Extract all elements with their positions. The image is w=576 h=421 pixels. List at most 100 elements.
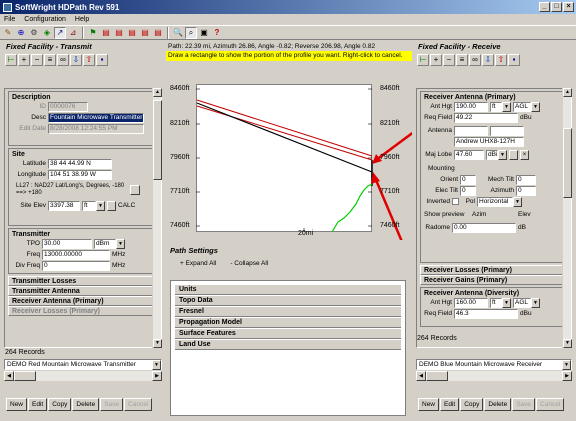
zoom-icon[interactable]: 🔍 [172, 27, 184, 39]
delete-button[interactable]: Delete [72, 397, 100, 411]
desc-field[interactable]: Fountain Microwave Transmitter [48, 112, 144, 123]
maj-lobe-unit[interactable]: dBi [486, 149, 498, 160]
path-icon[interactable]: ⊢ [5, 53, 17, 66]
section-receiver-gains-primary[interactable]: Receiver Gains (Primary) [420, 275, 568, 285]
binoculars-icon[interactable]: ∞ [57, 53, 69, 66]
inverted-checkbox[interactable] [452, 198, 459, 205]
maximize-button[interactable]: □ [551, 2, 562, 12]
wrench-icon[interactable]: ⚙ [28, 27, 40, 39]
orient-field[interactable]: 0 [460, 174, 476, 185]
site-elev-field[interactable]: 3397.38 [48, 200, 80, 211]
longitude-field[interactable]: 104 51 38.99 W [48, 169, 112, 180]
radome-field[interactable]: 0.00 [452, 222, 516, 233]
datum-button[interactable] [130, 185, 140, 195]
section-receiver-losses-primary[interactable]: Receiver Losses (Primary) [8, 306, 158, 316]
scroll-left-icon[interactable]: ◀ [4, 371, 14, 381]
chevron-down-icon[interactable]: ▼ [562, 360, 571, 370]
nodes-icon[interactable]: ◈ [41, 27, 53, 39]
target-icon[interactable]: ⊕ [15, 27, 27, 39]
hscroll-thumb[interactable] [426, 371, 448, 381]
tpo-field[interactable]: 30.00 [42, 238, 92, 249]
add-icon[interactable]: + [18, 53, 30, 66]
save-button[interactable]: Save [512, 397, 536, 411]
remove-icon[interactable]: − [31, 53, 43, 66]
chevron-down-icon[interactable]: ▼ [531, 101, 540, 112]
div-ant-hgt-ref[interactable]: AGL [513, 297, 531, 308]
scroll-down-icon[interactable]: ▼ [153, 339, 162, 348]
right-horizontal-scrollbar[interactable]: ◀ ▶ [416, 371, 572, 381]
scroll-right-icon[interactable]: ▶ [562, 371, 572, 381]
copy-button[interactable]: Copy [460, 397, 484, 411]
menu-configuration[interactable]: Configuration [24, 16, 66, 23]
cancel-button[interactable]: Cancel [536, 397, 565, 411]
left-vertical-scrollbar[interactable]: ▲ ▼ [152, 88, 162, 348]
calc-check[interactable] [107, 200, 116, 211]
import-icon[interactable]: ⇩ [482, 53, 494, 66]
freq-field[interactable]: 13000.00000 [42, 249, 110, 260]
section-receiver-antenna-primary[interactable]: Receiver Antenna (Primary) [8, 296, 158, 306]
chart-icon[interactable]: ▤ [152, 27, 164, 39]
mech-tilt-field[interactable]: 0 [516, 174, 536, 185]
ruler-icon[interactable]: ⊿ [67, 27, 79, 39]
section-transmitter-antenna[interactable]: Transmitter Antenna [8, 286, 158, 296]
edit-button[interactable]: Edit [28, 397, 48, 411]
scroll-thumb[interactable] [563, 128, 572, 198]
menu-help[interactable]: Help [75, 16, 89, 23]
chart-icon[interactable]: ▤ [139, 27, 151, 39]
chevron-down-icon[interactable]: ▼ [531, 297, 540, 308]
scroll-thumb[interactable] [153, 100, 162, 180]
new-button[interactable]: New [418, 397, 440, 411]
scroll-up-icon[interactable]: ▲ [563, 88, 572, 97]
print-icon[interactable]: ▣ [198, 27, 210, 39]
chart-icon[interactable]: ▤ [126, 27, 138, 39]
scroll-right-icon[interactable]: ▶ [152, 371, 162, 381]
show-preview-label[interactable]: Show preview [424, 211, 470, 218]
list-icon[interactable]: ≡ [456, 53, 468, 66]
export-icon[interactable]: ⇧ [495, 53, 507, 66]
settings-item-units[interactable]: Units [175, 284, 401, 295]
edit-button[interactable]: Edit [440, 397, 460, 411]
elec-tilt-field[interactable]: 0 [460, 185, 476, 196]
help-icon[interactable]: ? [211, 27, 223, 39]
left-horizontal-scrollbar[interactable]: ◀ ▶ [4, 371, 162, 381]
export-icon[interactable]: ⇧ [83, 53, 95, 66]
tpo-unit[interactable]: dBm [94, 238, 116, 249]
hscroll-thumb[interactable] [14, 371, 36, 381]
div-ant-hgt-field[interactable]: 160.00 [454, 297, 488, 308]
div-req-field-value[interactable]: 46.3 [454, 308, 518, 319]
chevron-down-icon[interactable]: ▼ [96, 200, 105, 211]
add-icon[interactable]: + [430, 53, 442, 66]
maj-lobe-field[interactable]: 47.60 [454, 149, 484, 160]
ant-hgt-field[interactable]: 190.00 [454, 101, 488, 112]
settings-item-land-use[interactable]: Land Use [175, 339, 401, 350]
lobe-clear-button[interactable]: × [520, 149, 529, 160]
flag-icon[interactable]: ⚑ [87, 27, 99, 39]
div-freq-field[interactable]: 0 [42, 260, 110, 271]
settings-item-propagation-model[interactable]: Propagation Model [175, 317, 401, 328]
settings-item-fresnel[interactable]: Fresnel [175, 306, 401, 317]
save-button[interactable]: Save [100, 397, 124, 411]
antenna-model-field[interactable]: Andrew UHX8-127H [454, 136, 524, 147]
ant-hgt-ref[interactable]: AGL [513, 101, 531, 112]
req-field-value[interactable]: 49.22 [454, 112, 518, 123]
new-button[interactable]: New [6, 397, 28, 411]
scroll-left-icon[interactable]: ◀ [416, 371, 426, 381]
settings-item-surface-features[interactable]: Surface Features [175, 328, 401, 339]
chevron-down-icon[interactable]: ▼ [498, 149, 507, 160]
antenna-field-b[interactable] [490, 125, 524, 136]
close-button[interactable]: × [563, 2, 574, 12]
chevron-down-icon[interactable]: ▼ [513, 196, 522, 207]
ant-hgt-unit[interactable]: ft [490, 101, 502, 112]
right-vertical-scrollbar[interactable]: ▲ ▼ [562, 88, 572, 348]
settings-item-topo-data[interactable]: Topo Data [175, 295, 401, 306]
div-ant-hgt-unit[interactable]: ft [490, 297, 502, 308]
pencil-icon[interactable]: ✎ [2, 27, 14, 39]
lobe-option-button[interactable] [509, 149, 518, 160]
zoom-rect-icon[interactable]: ⌕ [185, 26, 197, 39]
cancel-button[interactable]: Cancel [124, 397, 153, 411]
menu-file[interactable]: File [4, 16, 15, 23]
pol-select[interactable]: Horizontal [477, 196, 513, 207]
section-receiver-losses-primary[interactable]: Receiver Losses (Primary) [420, 265, 568, 275]
save-icon[interactable]: ▪ [96, 53, 108, 66]
collapse-all-link[interactable]: - Collapse All [230, 260, 268, 267]
